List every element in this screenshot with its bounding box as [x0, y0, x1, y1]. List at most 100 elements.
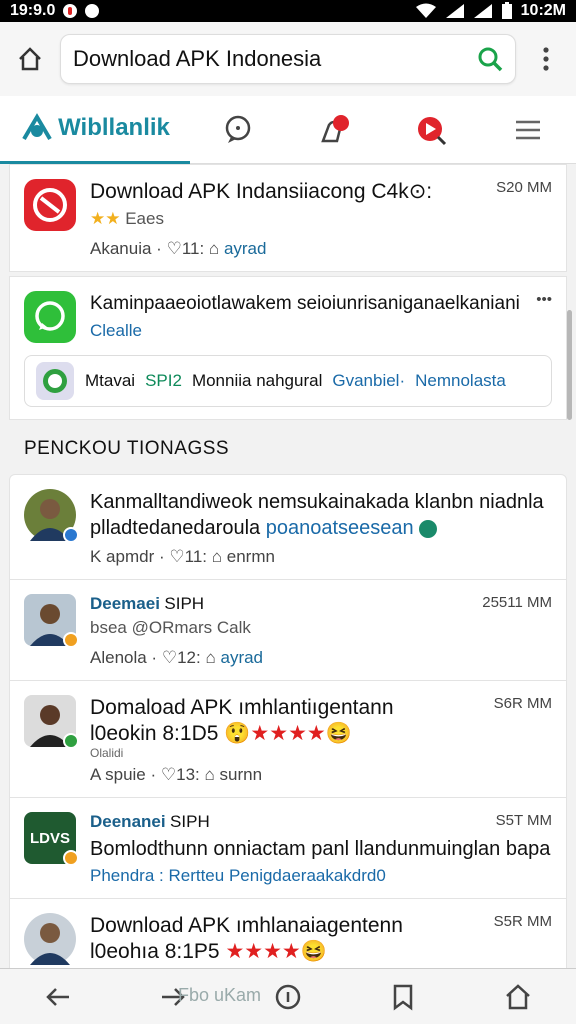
wifi-icon — [415, 3, 436, 18]
home-icon — [19, 47, 41, 71]
address-bar: Download APK Indonesia — [0, 22, 576, 96]
avatar — [24, 489, 79, 543]
meta-author: Alenola · — [90, 648, 158, 667]
post-title: Domaload APK ımhlantiıgentann — [90, 696, 394, 719]
signal2-icon — [473, 4, 492, 18]
status-badge-icon — [63, 632, 79, 648]
list-item[interactable]: Download APK Indansiiacong C4k⊙: ★★ Eaes… — [10, 165, 566, 271]
posts-card: Kanmalltandiweok nemsukainakada klanbn n… — [9, 474, 567, 968]
author-suffix: SIPH — [170, 812, 210, 831]
app-meta: Akanuia · ♡11: ⌂ ayrad — [90, 239, 552, 259]
notification-icon — [63, 4, 78, 18]
author-name[interactable]: Deenanei — [90, 812, 166, 831]
star-rating-icon: ★★★★ — [250, 722, 326, 745]
star-rating-icon: ★★★★ — [225, 940, 301, 963]
verified-badge-icon — [63, 527, 79, 543]
logo-text: LDVS — [29, 829, 70, 847]
status-time-left: 19:9.0 — [10, 2, 56, 19]
home-icon[interactable] — [503, 982, 533, 1012]
post-author: Deenanei SIPH — [90, 812, 552, 832]
more-menu-button[interactable] — [526, 39, 566, 79]
tab-videos[interactable] — [383, 96, 480, 164]
status-time-right: 10:2M — [520, 2, 566, 19]
timestamp: S5R MM — [493, 913, 552, 930]
app-link[interactable]: Clealle — [90, 321, 552, 341]
like-icon[interactable]: ♡ — [161, 765, 176, 784]
status-bar: 19:9.0 10:2M — [0, 0, 576, 22]
meta-author: Akanuia · — [90, 239, 162, 258]
post-meta: K apmdr · ♡11: ⌂ enrmn — [90, 547, 552, 567]
author-name[interactable]: Deemaei — [90, 594, 160, 613]
back-arrow-icon[interactable] — [43, 982, 73, 1012]
list-item[interactable]: Download APK ımhlanaiagentenn l0eohıa 8:… — [10, 899, 566, 968]
tab-notifications[interactable] — [287, 96, 384, 164]
bookmark-icon[interactable]: ⌂ — [212, 547, 222, 566]
more-horiz-icon[interactable]: ••• — [536, 291, 552, 308]
hamburger-icon — [515, 120, 540, 139]
timestamp: S5T MM — [495, 812, 552, 829]
scrollbar[interactable] — [567, 310, 572, 420]
post-meta: A spuie · ♡13: ⌂ surnn — [90, 765, 552, 785]
chat-icon — [226, 115, 251, 143]
post-title: Kanmalltandiweok nemsukainakada klanbn n… — [90, 491, 544, 513]
battery-icon — [501, 2, 512, 19]
post-link[interactable]: poanoatseesean — [266, 517, 414, 539]
status-badge-icon — [63, 850, 79, 866]
green-dot-icon — [419, 519, 438, 538]
post-link[interactable]: Phendra : — [90, 866, 164, 885]
list-item[interactable]: Kanmalltandiweok nemsukainakada klanbn n… — [10, 475, 566, 579]
home-button[interactable] — [10, 39, 50, 79]
emoji-icon: 😆 — [300, 940, 327, 963]
promo-link-secondary[interactable]: Nemnolasta — [415, 371, 506, 391]
list-item[interactable]: LDVS Deenanei SIPH Bomlodthunn onniactam… — [10, 798, 566, 898]
section-title: PENCKOU TIONAGSS — [24, 438, 230, 459]
signal-icon — [445, 4, 464, 18]
post-handle: bsea @ORmars Calk — [90, 618, 251, 637]
tabs-icon[interactable] — [273, 982, 303, 1012]
timestamp: 25511 MM — [482, 594, 552, 611]
search-input[interactable]: Download APK Indonesia — [60, 34, 516, 84]
tab-messages[interactable] — [190, 96, 287, 164]
post-meta: Alenola · ♡12: ⌂ ayrad — [90, 648, 552, 668]
search-icon[interactable] — [477, 46, 503, 72]
promo-text: Monniia nahgural — [191, 371, 323, 390]
bookmark-icon[interactable]: ⌂ — [209, 239, 219, 258]
bookmark-icon[interactable]: ⌂ — [205, 765, 215, 784]
meta-author: K apmdr · — [90, 547, 165, 566]
meta-count: 11: — [184, 547, 207, 566]
post-link-secondary[interactable]: Rertteu Penigdaeraakakdrd0 — [168, 866, 385, 885]
person-icon — [30, 923, 70, 965]
tab-menu[interactable] — [480, 96, 576, 164]
bookmark-icon[interactable] — [388, 982, 418, 1012]
post-subtitle: l0eohıa 8:1P5 ★★★★😆 — [90, 939, 552, 965]
meta-count: 12: — [177, 648, 201, 667]
star-rating-icon: ★★ — [90, 209, 121, 228]
app-logo-icon — [33, 188, 67, 222]
list-item[interactable]: Domaload APK ımhlantiıgentann l0eokin 8:… — [10, 681, 566, 797]
app-logo: LDVS — [24, 812, 79, 866]
meta-tag: ayrad — [223, 239, 267, 258]
app-list-card: Kaminpaaeoiotlawakem seioiunrisaniganael… — [9, 276, 567, 420]
sync-icon — [85, 4, 100, 18]
app-icon — [24, 179, 76, 231]
meta-tag: surnn — [219, 765, 263, 784]
app-rating: ★★ Eaes — [90, 209, 552, 229]
promo-link[interactable]: Gvanbiel· — [332, 371, 405, 391]
timestamp: S20 MM — [496, 179, 552, 196]
list-item[interactable]: Kaminpaaeoiotlawakem seioiunrisaniganael… — [10, 277, 566, 355]
feed: Download APK Indansiiacong C4k⊙: ★★ Eaes… — [0, 164, 576, 968]
tab-home[interactable]: Wibllanlik — [0, 96, 190, 164]
promo-app-icon — [36, 362, 74, 400]
promo-box[interactable]: Mtavai SPI2 Monniia nahgural Gvanbiel· N… — [24, 355, 552, 407]
like-icon[interactable]: ♡ — [162, 648, 177, 667]
post-sub-text: l0eohıa 8:1P5 — [90, 940, 220, 963]
like-icon[interactable]: ♡ — [167, 239, 182, 258]
post-title: Download APK ımhlanaiagentenn — [90, 914, 403, 937]
bottom-nav: Fbo uKam — [0, 968, 576, 1024]
meta-author: A spuie · — [90, 765, 157, 784]
bookmark-icon[interactable]: ⌂ — [205, 648, 215, 667]
search-query: Download APK Indonesia — [73, 46, 322, 71]
list-item[interactable]: Deemaei SIPH bsea @ORmars Calk Alenola ·… — [10, 580, 566, 680]
like-icon[interactable]: ♡ — [169, 547, 184, 566]
bottom-ghost-text: Fbo uKam — [178, 985, 262, 1005]
